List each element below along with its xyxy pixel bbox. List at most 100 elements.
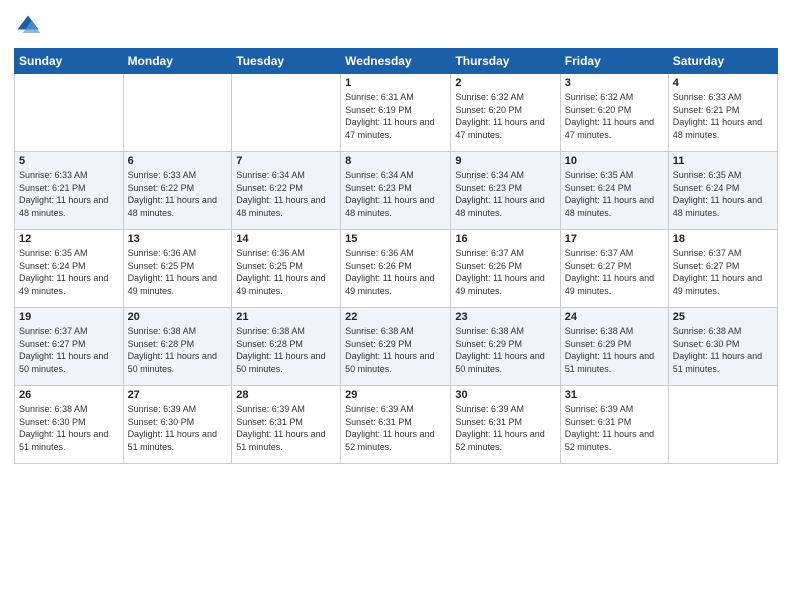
week-row-5: 26 Sunrise: 6:38 AMSunset: 6:30 PMDayligh… xyxy=(15,386,778,464)
day-info: Sunrise: 6:35 AMSunset: 6:24 PMDaylight:… xyxy=(673,170,762,218)
week-row-1: 1 Sunrise: 6:31 AMSunset: 6:19 PMDaylight… xyxy=(15,74,778,152)
day-info: Sunrise: 6:39 AMSunset: 6:31 PMDaylight:… xyxy=(345,404,434,452)
header-row: SundayMondayTuesdayWednesdayThursdayFrid… xyxy=(15,49,778,74)
day-info: Sunrise: 6:38 AMSunset: 6:30 PMDaylight:… xyxy=(673,326,762,374)
day-number: 15 xyxy=(345,233,446,245)
day-cell: 5 Sunrise: 6:33 AMSunset: 6:21 PMDaylight… xyxy=(15,152,124,230)
day-cell: 15Sunrise: 6:36 AMSunset: 6:26 PMDayligh… xyxy=(341,230,451,308)
day-info: Sunrise: 6:39 AMSunset: 6:31 PMDaylight:… xyxy=(236,404,325,452)
day-cell: 13Sunrise: 6:36 AMSunset: 6:25 PMDayligh… xyxy=(123,230,232,308)
day-cell: 26 Sunrise: 6:38 AMSunset: 6:30 PMDayligh… xyxy=(15,386,124,464)
day-number: 4 xyxy=(673,77,773,89)
day-info: Sunrise: 6:39 AMSunset: 6:30 PMDaylight:… xyxy=(128,404,217,452)
week-row-2: 5 Sunrise: 6:33 AMSunset: 6:21 PMDaylight… xyxy=(15,152,778,230)
day-number: 31 xyxy=(565,389,664,401)
day-number: 1 xyxy=(345,77,446,89)
day-number: 13 xyxy=(128,233,228,245)
day-info: Sunrise: 6:39 AMSunset: 6:31 PMDaylight:… xyxy=(565,404,654,452)
day-number: 7 xyxy=(236,155,336,167)
day-number: 3 xyxy=(565,77,664,89)
day-cell: 7 Sunrise: 6:34 AMSunset: 6:22 PMDaylight… xyxy=(232,152,341,230)
day-info: Sunrise: 6:33 AMSunset: 6:21 PMDaylight:… xyxy=(673,92,762,140)
day-info: Sunrise: 6:37 AMSunset: 6:27 PMDaylight:… xyxy=(19,326,108,374)
day-cell: 14Sunrise: 6:36 AMSunset: 6:25 PMDayligh… xyxy=(232,230,341,308)
day-info: Sunrise: 6:38 AMSunset: 6:30 PMDaylight:… xyxy=(19,404,108,452)
day-info: Sunrise: 6:38 AMSunset: 6:28 PMDaylight:… xyxy=(128,326,217,374)
day-cell: 2Sunrise: 6:32 AMSunset: 6:20 PMDaylight… xyxy=(451,74,560,152)
day-info: Sunrise: 6:34 AMSunset: 6:23 PMDaylight:… xyxy=(345,170,434,218)
day-number: 29 xyxy=(345,389,446,401)
day-info: Sunrise: 6:38 AMSunset: 6:29 PMDaylight:… xyxy=(345,326,434,374)
day-number: 30 xyxy=(455,389,555,401)
day-info: Sunrise: 6:35 AMSunset: 6:24 PMDaylight:… xyxy=(19,248,108,296)
day-number: 26 xyxy=(19,389,119,401)
calendar-table: SundayMondayTuesdayWednesdayThursdayFrid… xyxy=(14,48,778,464)
col-header-tuesday: Tuesday xyxy=(232,49,341,74)
day-info: Sunrise: 6:39 AMSunset: 6:31 PMDaylight:… xyxy=(455,404,544,452)
day-number: 14 xyxy=(236,233,336,245)
day-cell: 4 Sunrise: 6:33 AMSunset: 6:21 PMDaylight… xyxy=(668,74,777,152)
week-row-3: 12 Sunrise: 6:35 AMSunset: 6:24 PMDayligh… xyxy=(15,230,778,308)
day-cell xyxy=(123,74,232,152)
day-info: Sunrise: 6:34 AMSunset: 6:23 PMDaylight:… xyxy=(455,170,544,218)
day-cell: 16Sunrise: 6:37 AMSunset: 6:26 PMDayligh… xyxy=(451,230,560,308)
day-info: Sunrise: 6:32 AMSunset: 6:20 PMDaylight:… xyxy=(565,92,654,140)
day-number: 17 xyxy=(565,233,664,245)
day-info: Sunrise: 6:37 AMSunset: 6:27 PMDaylight:… xyxy=(565,248,654,296)
day-number: 2 xyxy=(455,77,555,89)
day-number: 6 xyxy=(128,155,228,167)
day-cell: 6 Sunrise: 6:33 AMSunset: 6:22 PMDaylight… xyxy=(123,152,232,230)
day-number: 20 xyxy=(128,311,228,323)
day-cell: 18Sunrise: 6:37 AMSunset: 6:27 PMDayligh… xyxy=(668,230,777,308)
page: SundayMondayTuesdayWednesdayThursdayFrid… xyxy=(0,0,792,612)
day-number: 5 xyxy=(19,155,119,167)
header xyxy=(14,12,778,40)
day-cell: 8 Sunrise: 6:34 AMSunset: 6:23 PMDaylight… xyxy=(341,152,451,230)
day-number: 18 xyxy=(673,233,773,245)
day-number: 19 xyxy=(19,311,119,323)
day-info: Sunrise: 6:33 AMSunset: 6:22 PMDaylight:… xyxy=(128,170,217,218)
day-info: Sunrise: 6:38 AMSunset: 6:28 PMDaylight:… xyxy=(236,326,325,374)
day-cell: 31 Sunrise: 6:39 AMSunset: 6:31 PMDayligh… xyxy=(560,386,668,464)
col-header-monday: Monday xyxy=(123,49,232,74)
day-info: Sunrise: 6:38 AMSunset: 6:29 PMDaylight:… xyxy=(565,326,654,374)
day-cell: 28 Sunrise: 6:39 AMSunset: 6:31 PMDayligh… xyxy=(232,386,341,464)
day-cell: 9 Sunrise: 6:34 AMSunset: 6:23 PMDaylight… xyxy=(451,152,560,230)
day-number: 21 xyxy=(236,311,336,323)
day-info: Sunrise: 6:31 AMSunset: 6:19 PMDaylight:… xyxy=(345,92,434,140)
day-info: Sunrise: 6:38 AMSunset: 6:29 PMDaylight:… xyxy=(455,326,544,374)
day-cell: 27Sunrise: 6:39 AMSunset: 6:30 PMDayligh… xyxy=(123,386,232,464)
day-cell: 19 Sunrise: 6:37 AMSunset: 6:27 PMDayligh… xyxy=(15,308,124,386)
day-cell: 1 Sunrise: 6:31 AMSunset: 6:19 PMDaylight… xyxy=(341,74,451,152)
day-cell: 11 Sunrise: 6:35 AMSunset: 6:24 PMDayligh… xyxy=(668,152,777,230)
day-number: 12 xyxy=(19,233,119,245)
logo-icon xyxy=(14,12,42,40)
day-info: Sunrise: 6:37 AMSunset: 6:26 PMDaylight:… xyxy=(455,248,544,296)
day-number: 25 xyxy=(673,311,773,323)
day-info: Sunrise: 6:35 AMSunset: 6:24 PMDaylight:… xyxy=(565,170,654,218)
day-number: 8 xyxy=(345,155,446,167)
day-cell: 29 Sunrise: 6:39 AMSunset: 6:31 PMDayligh… xyxy=(341,386,451,464)
day-cell: 3 Sunrise: 6:32 AMSunset: 6:20 PMDaylight… xyxy=(560,74,668,152)
day-info: Sunrise: 6:33 AMSunset: 6:21 PMDaylight:… xyxy=(19,170,108,218)
day-cell xyxy=(668,386,777,464)
col-header-friday: Friday xyxy=(560,49,668,74)
day-number: 22 xyxy=(345,311,446,323)
day-cell: 22 Sunrise: 6:38 AMSunset: 6:29 PMDayligh… xyxy=(341,308,451,386)
col-header-sunday: Sunday xyxy=(15,49,124,74)
day-cell: 20 Sunrise: 6:38 AMSunset: 6:28 PMDayligh… xyxy=(123,308,232,386)
day-number: 9 xyxy=(455,155,555,167)
day-cell: 25 Sunrise: 6:38 AMSunset: 6:30 PMDayligh… xyxy=(668,308,777,386)
day-cell: 10 Sunrise: 6:35 AMSunset: 6:24 PMDayligh… xyxy=(560,152,668,230)
day-number: 24 xyxy=(565,311,664,323)
logo xyxy=(14,12,46,40)
day-cell: 30 Sunrise: 6:39 AMSunset: 6:31 PMDayligh… xyxy=(451,386,560,464)
day-cell: 21 Sunrise: 6:38 AMSunset: 6:28 PMDayligh… xyxy=(232,308,341,386)
day-info: Sunrise: 6:34 AMSunset: 6:22 PMDaylight:… xyxy=(236,170,325,218)
day-number: 10 xyxy=(565,155,664,167)
day-number: 23 xyxy=(455,311,555,323)
day-number: 11 xyxy=(673,155,773,167)
day-cell: 24 Sunrise: 6:38 AMSunset: 6:29 PMDayligh… xyxy=(560,308,668,386)
day-number: 28 xyxy=(236,389,336,401)
day-cell xyxy=(232,74,341,152)
